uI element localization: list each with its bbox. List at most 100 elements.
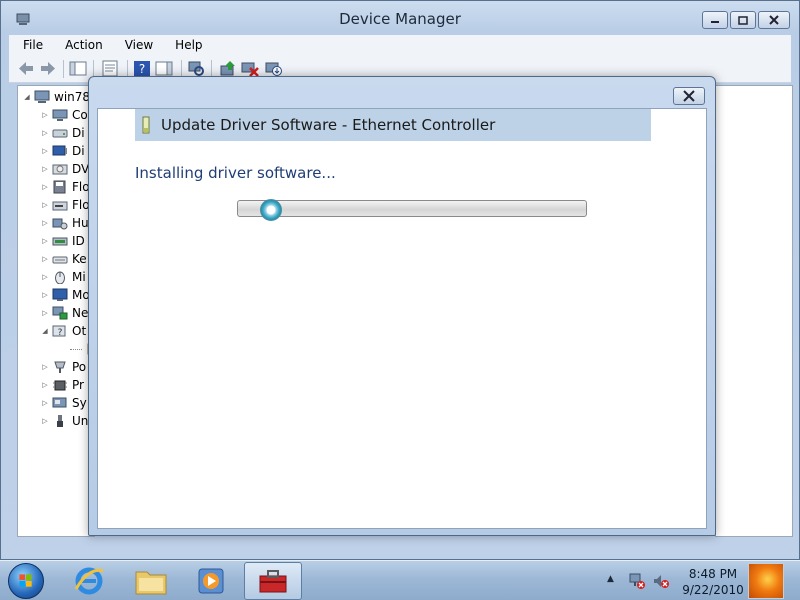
processor-icon (53, 380, 67, 391)
collapsed-arrow-icon[interactable]: ▷ (40, 363, 50, 371)
collapsed-arrow-icon[interactable]: ▷ (40, 147, 50, 155)
tree-item[interactable]: ▷ Un (40, 412, 88, 430)
tree-item[interactable]: ▷ Ke (40, 250, 86, 268)
menu-view[interactable]: View (111, 35, 161, 55)
back-arrow-icon[interactable] (17, 60, 35, 77)
tree-connector-line (70, 348, 82, 350)
tree-root-label: win78 (54, 90, 91, 104)
taskbar: ▲ 8:48 PM 9/22/2010 (0, 560, 800, 600)
display-adapter-icon (52, 145, 67, 156)
taskbar-windows-explorer[interactable] (122, 562, 180, 600)
tree-item-label: Pr (72, 378, 84, 392)
collapsed-arrow-icon[interactable]: ▷ (40, 381, 50, 389)
collapsed-arrow-icon[interactable]: ▷ (40, 201, 50, 209)
collapsed-arrow-icon[interactable]: ▷ (40, 183, 50, 191)
other-devices-icon: ? (52, 325, 66, 338)
dialog-header-band: Update Driver Software - Ethernet Contro… (135, 109, 651, 141)
tree-item-label: Un (72, 414, 89, 428)
start-button[interactable] (8, 563, 44, 599)
tree-item-label: Ne (72, 306, 89, 320)
collapsed-arrow-icon[interactable]: ▷ (40, 309, 50, 317)
tree-item[interactable]: ▷ Di (40, 124, 85, 142)
help-icon[interactable]: ? (133, 60, 151, 77)
show-hide-console-tree-icon[interactable] (69, 60, 87, 77)
monitor-icon (52, 288, 68, 301)
network-status-icon[interactable] (628, 572, 646, 590)
disable-device-icon[interactable] (265, 60, 283, 77)
tree-item[interactable]: ▷ Flo (40, 196, 90, 214)
install-status-text: Installing driver software... (135, 164, 336, 182)
tree-item[interactable]: ◢? Ot (40, 322, 86, 340)
dialog-header-title: Update Driver Software - Ethernet Contro… (161, 116, 496, 134)
tree-item[interactable]: ▷ Po (40, 358, 86, 376)
forward-arrow-icon[interactable] (39, 60, 57, 77)
tree-item[interactable]: ▷ Co (40, 106, 88, 124)
taskbar-device-manager[interactable] (244, 562, 302, 600)
svg-text:?: ? (58, 328, 63, 338)
collapsed-arrow-icon[interactable]: ▷ (40, 273, 50, 281)
collapsed-arrow-icon[interactable]: ▷ (40, 129, 50, 137)
expanded-arrow-icon[interactable]: ◢ (22, 93, 32, 101)
clock-date: 9/22/2010 (682, 583, 744, 597)
clock-time: 8:48 PM (688, 567, 738, 581)
collapsed-arrow-icon[interactable]: ▷ (40, 219, 50, 227)
properties-icon[interactable] (101, 60, 119, 77)
tree-item[interactable]: ▷ Di (40, 142, 85, 160)
collapsed-arrow-icon[interactable]: ▷ (40, 417, 50, 425)
close-button[interactable] (758, 11, 790, 29)
computer-icon (34, 90, 50, 103)
windows-logo-icon (19, 574, 32, 587)
taskbar-internet-explorer[interactable] (60, 562, 118, 600)
svg-text:?: ? (139, 62, 145, 76)
title-bar[interactable]: Device Manager (1, 1, 799, 35)
tree-item-label: Di (72, 126, 85, 140)
volume-muted-icon[interactable] (652, 572, 670, 590)
collapsed-arrow-icon[interactable]: ▷ (40, 255, 50, 263)
dialog-body: Update Driver Software - Ethernet Contro… (97, 108, 707, 529)
minimize-icon (711, 21, 719, 23)
tree-item[interactable]: ▷ Hu (40, 214, 88, 232)
tree-item-label: Co (72, 108, 88, 122)
tree-item[interactable]: ▷ Mo (40, 286, 89, 304)
tree-item[interactable]: ▷ ID (40, 232, 84, 250)
update-driver-icon[interactable] (219, 60, 237, 77)
tree-item[interactable]: ▷ Pr (40, 376, 84, 394)
network-card-icon (142, 116, 150, 134)
tree-item[interactable]: ▷ Mi (40, 268, 86, 286)
show-hide-action-pane-icon[interactable] (155, 60, 173, 77)
device-tree-pane[interactable]: ◢ win78 ▷ Co ▷ Di ▷ Di ▷ DV ▷ Flo ▷ Flo ▷ Hu ▷ ID ▷ Ke ▷ Mi… (17, 85, 101, 537)
tree-item[interactable]: ▷ DV (40, 160, 89, 178)
tree-item-label: Di (72, 144, 85, 158)
network-adapter-icon (52, 306, 68, 320)
tree-item[interactable]: ▷ Ne (40, 304, 88, 322)
mouse-icon (55, 271, 65, 284)
taskbar-media-player[interactable] (182, 562, 240, 600)
scan-hardware-changes-icon[interactable] (187, 60, 205, 77)
expanded-arrow-icon[interactable]: ◢ (40, 327, 50, 335)
system-devices-icon (52, 397, 67, 408)
hid-icon (52, 218, 68, 230)
show-hidden-icons-arrow-icon[interactable]: ▲ (607, 574, 614, 584)
menu-action[interactable]: Action (51, 35, 111, 55)
tree-root[interactable]: ◢ win78 (22, 88, 90, 106)
uninstall-device-icon[interactable] (241, 60, 259, 77)
collapsed-arrow-icon[interactable]: ▷ (40, 111, 50, 119)
disk-drive-icon (52, 129, 68, 138)
menu-file[interactable]: File (9, 35, 51, 55)
tree-item-label: Flo (72, 180, 90, 194)
tree-item[interactable]: ▷ Flo (40, 178, 90, 196)
maximize-button[interactable] (730, 11, 756, 29)
tree-item-label: Flo (72, 198, 90, 212)
user-picture-flower[interactable] (748, 563, 784, 599)
collapsed-arrow-icon[interactable]: ▷ (40, 165, 50, 173)
collapsed-arrow-icon[interactable]: ▷ (40, 399, 50, 407)
ide-controller-icon (52, 237, 68, 246)
system-clock[interactable]: 8:48 PM 9/22/2010 (682, 566, 744, 598)
menu-help[interactable]: Help (161, 35, 210, 55)
dialog-close-button[interactable] (673, 87, 705, 105)
collapsed-arrow-icon[interactable]: ▷ (40, 237, 50, 245)
window-title: Device Manager (339, 10, 461, 28)
collapsed-arrow-icon[interactable]: ▷ (40, 291, 50, 299)
tree-item[interactable]: ▷ Sy (40, 394, 86, 412)
minimize-button[interactable] (702, 11, 728, 29)
